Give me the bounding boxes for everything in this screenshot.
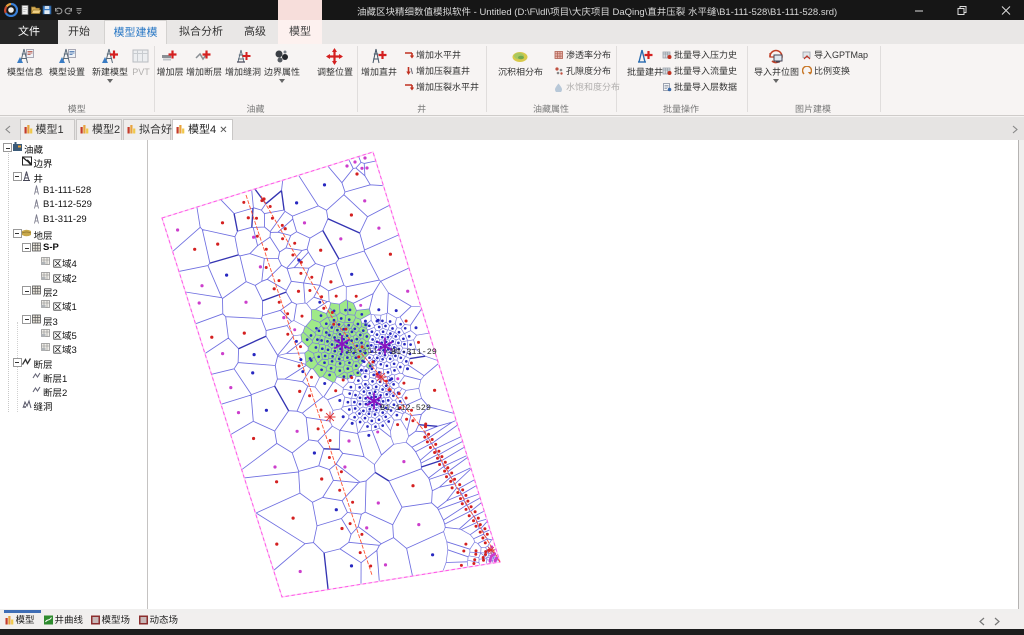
svg-text:B1-311-29: B1-311-29 (391, 347, 437, 357)
svg-text:B1-112-529: B1-112-529 (380, 403, 431, 413)
